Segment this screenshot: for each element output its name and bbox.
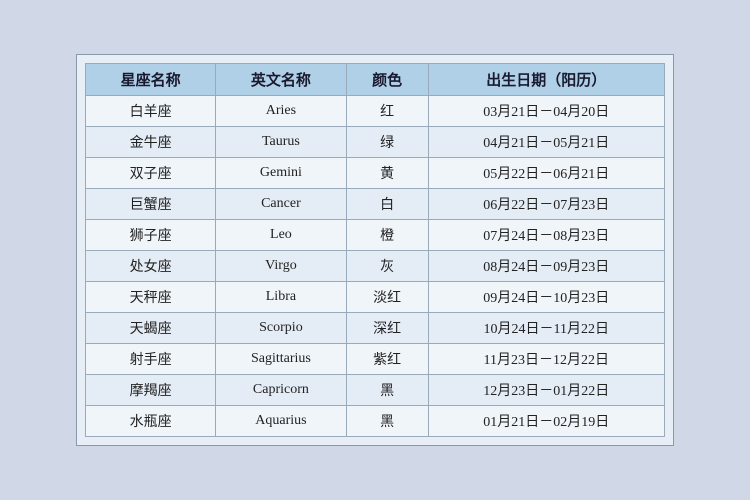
zodiac-table: 星座名称英文名称颜色出生日期（阳历） 白羊座Aries红03月21日－04月20…	[85, 63, 665, 437]
cell-r1-c2: 绿	[346, 127, 428, 158]
table-row: 射手座Sagittarius紫红11月23日－12月22日	[86, 344, 665, 375]
cell-r8-c1: Sagittarius	[216, 344, 346, 375]
table-row: 摩羯座Capricorn黑12月23日－01月22日	[86, 375, 665, 406]
cell-r5-c0: 处女座	[86, 251, 216, 282]
cell-r9-c3: 12月23日－01月22日	[428, 375, 664, 406]
cell-r4-c0: 狮子座	[86, 220, 216, 251]
zodiac-table-wrapper: 星座名称英文名称颜色出生日期（阳历） 白羊座Aries红03月21日－04月20…	[76, 54, 674, 446]
col-header-3: 出生日期（阳历）	[428, 64, 664, 96]
cell-r7-c0: 天蝎座	[86, 313, 216, 344]
cell-r9-c1: Capricorn	[216, 375, 346, 406]
table-row: 天秤座Libra淡红09月24日－10月23日	[86, 282, 665, 313]
cell-r7-c1: Scorpio	[216, 313, 346, 344]
table-row: 双子座Gemini黄05月22日－06月21日	[86, 158, 665, 189]
table-row: 处女座Virgo灰08月24日－09月23日	[86, 251, 665, 282]
cell-r2-c0: 双子座	[86, 158, 216, 189]
cell-r6-c0: 天秤座	[86, 282, 216, 313]
cell-r6-c2: 淡红	[346, 282, 428, 313]
cell-r1-c0: 金牛座	[86, 127, 216, 158]
cell-r4-c3: 07月24日－08月23日	[428, 220, 664, 251]
table-row: 天蝎座Scorpio深红10月24日－11月22日	[86, 313, 665, 344]
cell-r9-c2: 黑	[346, 375, 428, 406]
table-row: 狮子座Leo橙07月24日－08月23日	[86, 220, 665, 251]
cell-r2-c1: Gemini	[216, 158, 346, 189]
cell-r6-c1: Libra	[216, 282, 346, 313]
col-header-2: 颜色	[346, 64, 428, 96]
cell-r0-c3: 03月21日－04月20日	[428, 96, 664, 127]
table-header-row: 星座名称英文名称颜色出生日期（阳历）	[86, 64, 665, 96]
cell-r4-c1: Leo	[216, 220, 346, 251]
cell-r7-c2: 深红	[346, 313, 428, 344]
table-body: 白羊座Aries红03月21日－04月20日金牛座Taurus绿04月21日－0…	[86, 96, 665, 437]
cell-r9-c0: 摩羯座	[86, 375, 216, 406]
cell-r5-c2: 灰	[346, 251, 428, 282]
col-header-1: 英文名称	[216, 64, 346, 96]
cell-r3-c1: Cancer	[216, 189, 346, 220]
cell-r1-c3: 04月21日－05月21日	[428, 127, 664, 158]
cell-r2-c3: 05月22日－06月21日	[428, 158, 664, 189]
cell-r8-c2: 紫红	[346, 344, 428, 375]
table-row: 白羊座Aries红03月21日－04月20日	[86, 96, 665, 127]
cell-r8-c0: 射手座	[86, 344, 216, 375]
cell-r5-c1: Virgo	[216, 251, 346, 282]
cell-r3-c0: 巨蟹座	[86, 189, 216, 220]
cell-r1-c1: Taurus	[216, 127, 346, 158]
cell-r5-c3: 08月24日－09月23日	[428, 251, 664, 282]
cell-r0-c0: 白羊座	[86, 96, 216, 127]
cell-r10-c3: 01月21日－02月19日	[428, 406, 664, 437]
cell-r0-c1: Aries	[216, 96, 346, 127]
cell-r8-c3: 11月23日－12月22日	[428, 344, 664, 375]
cell-r2-c2: 黄	[346, 158, 428, 189]
cell-r7-c3: 10月24日－11月22日	[428, 313, 664, 344]
table-row: 水瓶座Aquarius黑01月21日－02月19日	[86, 406, 665, 437]
cell-r6-c3: 09月24日－10月23日	[428, 282, 664, 313]
table-row: 巨蟹座Cancer白06月22日－07月23日	[86, 189, 665, 220]
cell-r10-c2: 黑	[346, 406, 428, 437]
cell-r3-c3: 06月22日－07月23日	[428, 189, 664, 220]
cell-r3-c2: 白	[346, 189, 428, 220]
table-row: 金牛座Taurus绿04月21日－05月21日	[86, 127, 665, 158]
cell-r10-c0: 水瓶座	[86, 406, 216, 437]
cell-r10-c1: Aquarius	[216, 406, 346, 437]
cell-r0-c2: 红	[346, 96, 428, 127]
cell-r4-c2: 橙	[346, 220, 428, 251]
col-header-0: 星座名称	[86, 64, 216, 96]
